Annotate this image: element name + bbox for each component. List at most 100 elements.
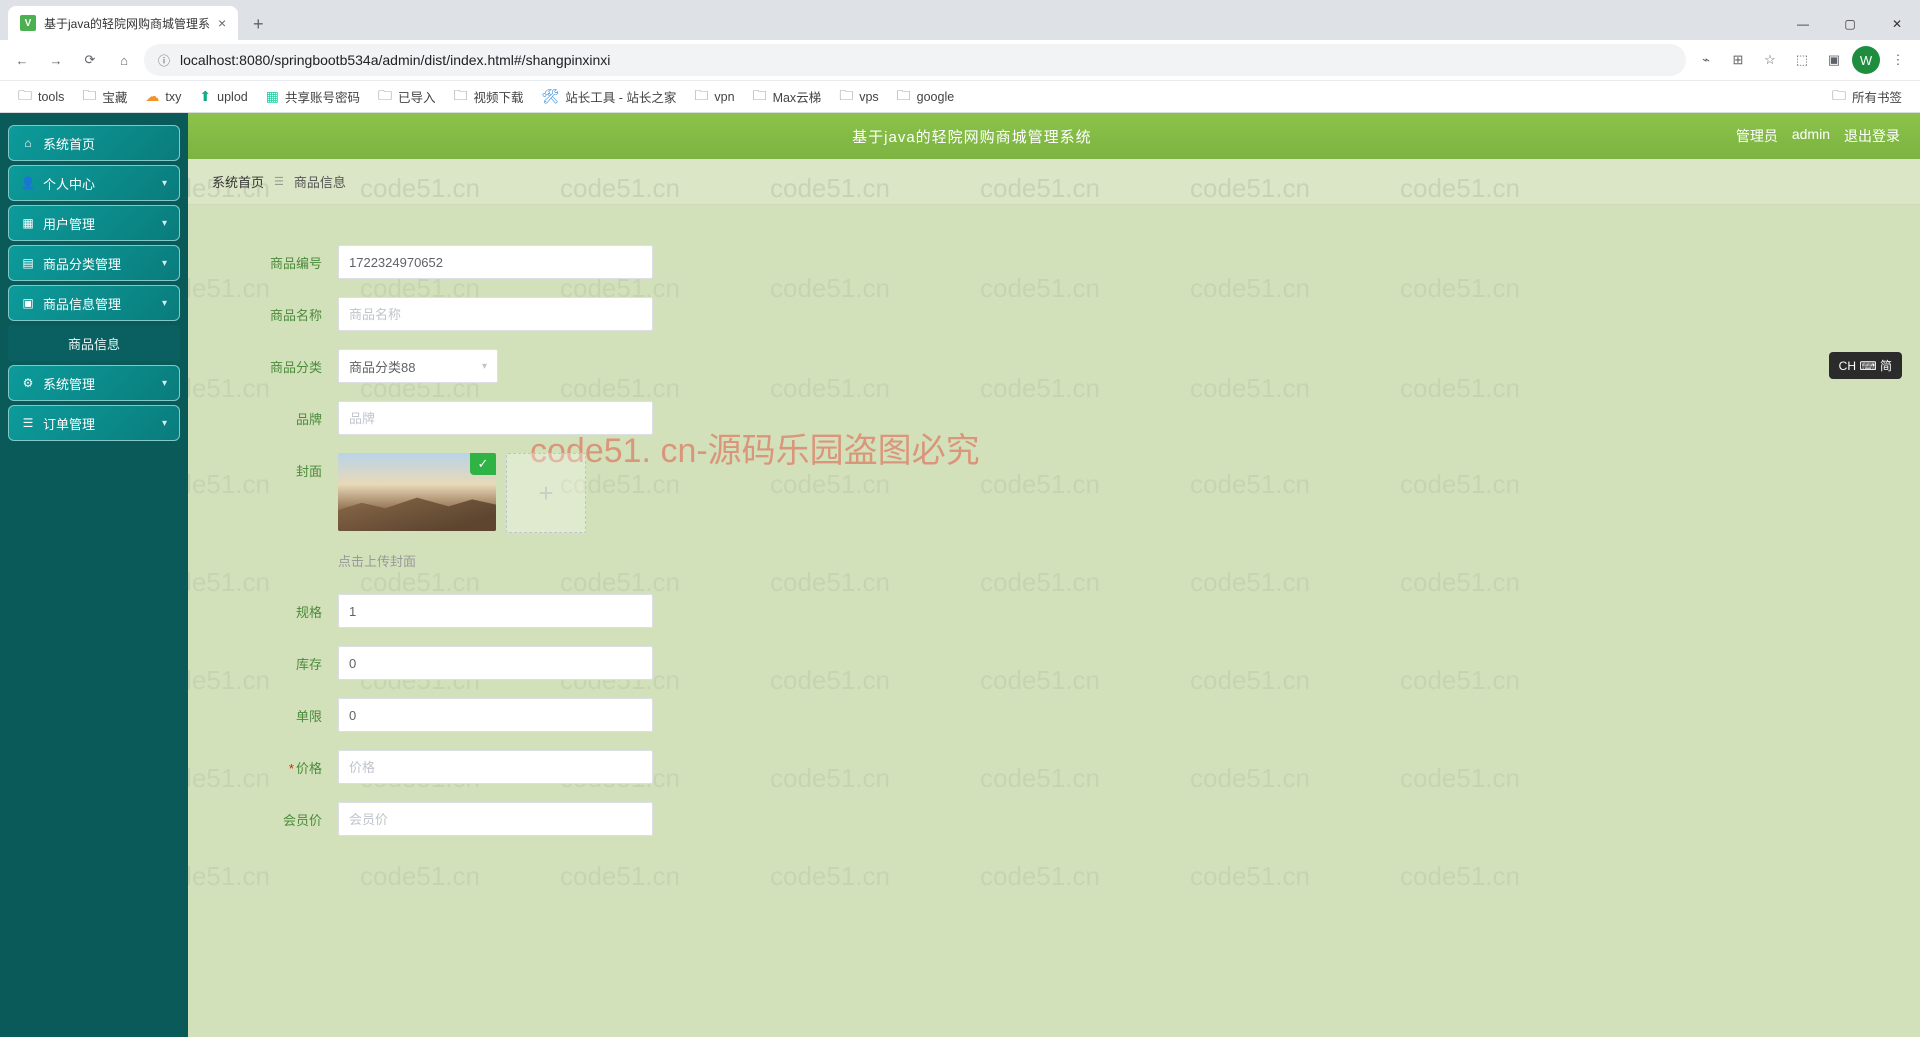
- price-input[interactable]: [338, 750, 653, 784]
- sidebar-item[interactable]: ⚙系统管理▾: [8, 365, 180, 401]
- label-member-price: 会员价: [228, 810, 338, 829]
- info-icon: ▣: [21, 296, 35, 310]
- limit-input[interactable]: [338, 698, 653, 732]
- up-icon: ⬆: [199, 88, 211, 105]
- sidebar-item-label: 系统首页: [43, 134, 95, 153]
- close-window-button[interactable]: ✕: [1874, 8, 1920, 40]
- new-tab-button[interactable]: +: [244, 10, 272, 38]
- home-button[interactable]: ⌂: [110, 46, 138, 74]
- bookmark-item[interactable]: 🗀 Max云梯: [745, 81, 830, 113]
- folder-icon: 🗀: [694, 85, 708, 109]
- sidebar-item[interactable]: ▦用户管理▾: [8, 205, 180, 241]
- bookmark-item[interactable]: 🛠 站长工具 - 站长之家: [534, 83, 685, 110]
- upload-add-button[interactable]: +: [506, 453, 586, 533]
- bookmark-item[interactable]: 🗀宝藏: [74, 81, 135, 113]
- bookmark-label: uplod: [217, 90, 248, 104]
- ime-badge[interactable]: CH ⌨ 简: [1829, 352, 1902, 379]
- bookmark-label: 宝藏: [102, 87, 127, 106]
- password-icon[interactable]: ⌁: [1692, 46, 1720, 74]
- bookmark-item[interactable]: ▦共享账号密码: [258, 83, 368, 110]
- folder-icon: 🗀: [839, 85, 853, 109]
- spec-input[interactable]: [338, 594, 653, 628]
- bookmark-item[interactable]: 🗀tools: [10, 81, 72, 113]
- folder-icon: 🗀: [897, 85, 911, 109]
- category-icon: ▤: [21, 256, 35, 270]
- product-id-input[interactable]: [338, 245, 653, 279]
- bookmark-label: Max云梯: [773, 87, 822, 106]
- bookmark-item[interactable]: ☁ txy: [137, 84, 189, 109]
- sidebar-item[interactable]: ▣商品信息管理▾: [8, 285, 180, 321]
- user-icon: 👤: [21, 176, 35, 190]
- sidebar-item-label: 商品信息: [68, 334, 120, 353]
- sidebar-item-label: 商品分类管理: [43, 254, 121, 273]
- tab-title: 基于java的轻院网购商城管理系: [44, 15, 210, 32]
- product-name-input[interactable]: [338, 297, 653, 331]
- bookmark-item[interactable]: 🗀已导入: [370, 81, 444, 113]
- bookmark-label: txy: [165, 90, 181, 104]
- cloud-icon: ☁: [145, 88, 159, 105]
- bookmark-label: google: [917, 90, 955, 104]
- extensions-icon[interactable]: ⬚: [1788, 46, 1816, 74]
- main: 基于java的轻院网购商城管理系统 管理员 admin 退出登录 系统首页 ☰ …: [188, 113, 1920, 1037]
- sidebar-item[interactable]: ⌂ 系统首页: [8, 125, 180, 161]
- toolbar: ← → ⟳ ⌂ ⓘ localhost:8080/springbootb534a…: [0, 40, 1920, 80]
- bookmark-label: 视频下载: [474, 87, 524, 106]
- sidebar-sub-item[interactable]: 商品信息: [8, 325, 180, 361]
- back-button[interactable]: ←: [8, 46, 36, 74]
- browser-tab[interactable]: V 基于java的轻院网购商城管理系 ×: [8, 6, 238, 40]
- bookmark-bar: 🗀tools🗀宝藏☁txy⬆uplod▦共享账号密码🗀已导入🗀视频下载🛠站长工具…: [0, 80, 1920, 112]
- browser-chrome: V 基于java的轻院网购商城管理系 × + — ▢ ✕ ← → ⟳ ⌂ ⓘ l…: [0, 0, 1920, 113]
- label-stock: 库存: [228, 654, 338, 673]
- sheet-icon: ▦: [266, 88, 279, 105]
- tab-close-icon[interactable]: ×: [218, 15, 226, 31]
- form-area: 商品编号 商品名称 商品分类 商品分类88 ▾ 品牌 封面: [188, 205, 1920, 1037]
- bookmark-label: 站长工具 - 站长之家: [565, 87, 676, 106]
- maximize-button[interactable]: ▢: [1827, 8, 1873, 40]
- app-root: code51.cncode51.cncode51.cncode51.cncode…: [0, 113, 1920, 1037]
- side-panel-icon[interactable]: ▣: [1820, 46, 1848, 74]
- header-user: 管理员 admin 退出登录: [1736, 126, 1900, 146]
- url-bar[interactable]: ⓘ localhost:8080/springbootb534a/admin/d…: [144, 44, 1686, 76]
- member-price-input[interactable]: [338, 802, 653, 836]
- mountain-image: [338, 496, 496, 531]
- user-name: admin: [1792, 126, 1830, 146]
- chevron-down-icon: ▾: [162, 218, 167, 229]
- chevron-down-icon: ▾: [482, 361, 487, 372]
- sidebar-item[interactable]: ☰订单管理▾: [8, 405, 180, 441]
- logout-link[interactable]: 退出登录: [1844, 126, 1900, 146]
- translate-icon[interactable]: ⊞: [1724, 46, 1752, 74]
- sidebar-item[interactable]: ▤ 商品分类管理 ▾: [8, 245, 180, 281]
- chevron-down-icon: ▾: [162, 258, 167, 269]
- all-bookmarks[interactable]: 🗀 所有书签: [1824, 81, 1910, 113]
- bookmark-item[interactable]: 🗀 vps: [831, 81, 886, 113]
- reload-button[interactable]: ⟳: [76, 46, 104, 74]
- label-brand: 品牌: [228, 409, 338, 428]
- menu-icon[interactable]: ⋮: [1884, 46, 1912, 74]
- sidebar-item-label: 用户管理: [43, 214, 95, 233]
- home-icon: ⌂: [21, 136, 35, 150]
- bookmark-item[interactable]: 🗀vpn: [686, 81, 742, 113]
- label-limit: 单限: [228, 706, 338, 725]
- breadcrumb-home[interactable]: 系统首页: [212, 172, 264, 191]
- stock-input[interactable]: [338, 646, 653, 680]
- forward-button[interactable]: →: [42, 46, 70, 74]
- profile-avatar[interactable]: W: [1852, 46, 1880, 74]
- bookmark-item[interactable]: 🗀 google: [889, 81, 963, 113]
- sidebar: ⌂系统首页👤个人中心▾▦用户管理▾▤商品分类管理▾▣商品信息管理▾商品信息⚙系统…: [0, 113, 188, 1037]
- category-select[interactable]: 商品分类88 ▾: [338, 349, 498, 383]
- tool-icon: 🛠: [542, 88, 560, 105]
- sidebar-item-label: 商品信息管理: [43, 294, 121, 313]
- folder-icon: 🗀: [753, 85, 767, 109]
- cover-thumbnail[interactable]: ✓: [338, 453, 496, 531]
- bookmark-star-icon[interactable]: ☆: [1756, 46, 1784, 74]
- sidebar-item[interactable]: 👤个人中心▾: [8, 165, 180, 201]
- label-spec: 规格: [228, 602, 338, 621]
- minimize-button[interactable]: —: [1780, 8, 1826, 40]
- brand-input[interactable]: [338, 401, 653, 435]
- bookmark-label: 所有书签: [1852, 87, 1902, 106]
- bookmark-label: vps: [859, 90, 878, 104]
- bookmark-item[interactable]: 🗀视频下载: [446, 81, 532, 113]
- bookmark-item[interactable]: ⬆ uplod: [191, 84, 255, 109]
- upload-hint: 点击上传封面: [338, 551, 1880, 570]
- label-product-name: 商品名称: [228, 305, 338, 324]
